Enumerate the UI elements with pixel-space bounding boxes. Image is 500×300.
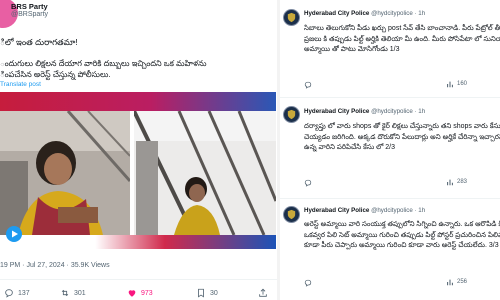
reply-icon[interactable] (304, 81, 312, 89)
views-counter[interactable]: 160 (446, 80, 467, 88)
tweet-author-name: Hyderabad City Police (304, 108, 370, 115)
chart-icon (447, 179, 453, 186)
divider (280, 97, 500, 98)
views-count: 256 (457, 279, 468, 285)
reply-count: 137 (18, 289, 30, 297)
tweet-line: ఒకవ్వర పిలి సెట్ అమ్మాయి గురించి తప్పుడు… (304, 231, 500, 239)
post-meta: 19 PM · Jul 27, 2024 · 35.9K Views (0, 262, 110, 269)
reply-icon[interactable] (304, 179, 312, 187)
police-badge-icon (287, 109, 296, 120)
police-badge-icon (287, 209, 296, 220)
post-text-line-3: ింపచేసిన అరెస్ట్ చేస్తున్న పోలీసులు. (0, 70, 111, 79)
tweet-header[interactable]: Hyderabad City Police @hydcitypolice · 1… (304, 108, 425, 115)
police-avatar[interactable] (283, 9, 300, 26)
tweet-header[interactable]: Hyderabad City Police @hydcitypolice · 1… (304, 10, 425, 17)
divider (280, 198, 500, 199)
reply-icon[interactable] (304, 279, 312, 287)
police-badge-icon (287, 12, 296, 23)
retweet-icon (61, 289, 69, 297)
police-avatar[interactable] (283, 106, 300, 123)
heart-icon (128, 290, 136, 297)
post-text-line-1: ిలో ఇంత దురాగతమా! (0, 37, 78, 47)
tweet-author-name: Hyderabad City Police (304, 10, 370, 17)
tweet-line: అమ్మాయి తో పాటు మోసిగోండు 1/3 (304, 46, 400, 53)
chart-icon (447, 279, 453, 286)
play-icon[interactable] (6, 226, 22, 242)
post-text-line-2: ందుగులు లిక్షలన దేయాగ వారికి దబ్బులు ఇచ్… (0, 59, 207, 68)
author-handle[interactable]: @BRSparty (11, 11, 48, 18)
tweet-text: దర్యాప్తు లో వారు shops తో కైర్ లిక్షలు … (304, 122, 500, 154)
like-count: 973 (141, 289, 153, 297)
tweet-line: ప్రజలు కి తప్పుడు పిల్ట్ అర్హికి తెలియా … (304, 35, 500, 43)
video-bottom-banner (0, 235, 276, 249)
share-button[interactable] (258, 288, 268, 298)
retweet-count: 301 (74, 289, 86, 297)
video-frame-right (134, 111, 276, 235)
tweet-line: సిబాలు తెలుగుకోని పీడు ఖర్చు post సేవ్ త… (304, 25, 500, 32)
tweet-text: అరెస్ట్ అమ్మాయి వారి సంయుక్త తప్పులోని స… (304, 220, 500, 252)
bookmark-button[interactable]: 30 (196, 288, 218, 298)
tweet-line: చెయ్యడం జరిగింది. అక్కడ దొరుకోని పేలుదార… (304, 133, 500, 141)
share-icon (259, 288, 267, 297)
video-frame-left (0, 111, 130, 235)
tweet-line: కూడా పీరు చెప్పారు అమ్మాయి గురించి కూడా … (304, 242, 499, 249)
left-post: BRS Party @BRSparty ిలో ఇంత దురాగతమా! ంద… (0, 0, 277, 300)
tweet-header[interactable]: Hyderabad City Police @hydcitypolice · 1… (304, 207, 425, 214)
police-thread: Hyderabad City Police @hydcitypolice · 1… (280, 0, 500, 300)
tweet-handle-time: @hydcitypolice · 1h (371, 10, 426, 17)
post-action-bar: 137 301 973 30 (0, 288, 277, 300)
divider (0, 279, 277, 280)
video-top-banner (0, 92, 276, 111)
tweet-text: సిబాలు తెలుగుకోని పీడు ఖర్చు post సేవ్ త… (304, 24, 500, 56)
views-count: 160 (457, 81, 468, 87)
tweet-line: అరెస్ట్ అమ్మాయి వారి సంయుక్త తప్పులోని స… (304, 221, 500, 228)
bookmark-icon (198, 288, 204, 298)
views-count: 283 (457, 179, 468, 185)
tweet-handle-time: @hydcitypolice · 1h (371, 207, 426, 214)
retweet-button[interactable]: 301 (60, 288, 86, 298)
reply-icon (5, 289, 13, 298)
tweet-handle-time: @hydcitypolice · 1h (371, 108, 426, 115)
post-video[interactable] (0, 92, 276, 249)
chart-icon (447, 81, 453, 88)
tweet-line: దర్యాప్తు లో వారు shops తో కైర్ లిక్షలు … (304, 123, 500, 130)
reply-button[interactable]: 137 (4, 288, 30, 298)
tweet-author-name: Hyderabad City Police (304, 207, 370, 214)
views-counter[interactable]: 283 (446, 178, 467, 186)
bookmark-count: 30 (210, 289, 218, 297)
like-button[interactable]: 973 (127, 288, 153, 298)
translate-post-link[interactable]: Translate post (0, 81, 41, 88)
views-counter[interactable]: 256 (446, 278, 467, 286)
tweet-line: ఉన్న వారిని పరిపిచేసి కేసు లో 2/3 (304, 144, 395, 151)
author-name[interactable]: BRS Party (11, 2, 48, 11)
police-avatar[interactable] (283, 206, 300, 223)
